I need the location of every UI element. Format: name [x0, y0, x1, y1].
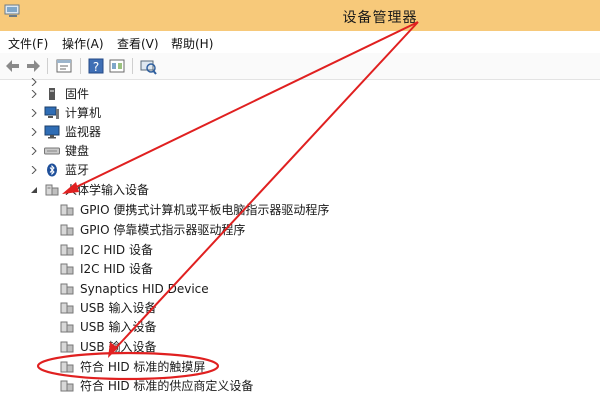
hid-device-icon: [60, 321, 74, 332]
view-icon[interactable]: [108, 57, 126, 75]
toolbar-separator: [47, 58, 48, 74]
hid-device-icon: [45, 184, 59, 195]
menu-help[interactable]: 帮助(H): [171, 35, 213, 52]
expand-arrow-icon[interactable]: [29, 127, 39, 137]
tree-device-item[interactable]: USB 输入设备: [59, 317, 156, 336]
computer-icon: [44, 106, 59, 119]
back-arrow-icon[interactable]: [4, 57, 22, 75]
expand-arrow-icon[interactable]: [29, 165, 39, 175]
menu-bar: 文件(F) 操作(A) 查看(V) 帮助(H): [0, 31, 600, 53]
tree-device-item[interactable]: GPIO 便携式计算机或平板电脑指示器驱动程序: [59, 200, 329, 219]
hid-device-icon: [60, 380, 74, 391]
tree-device-item[interactable]: I2C HID 设备: [59, 240, 153, 259]
tree-device-item-touchscreen[interactable]: 符合 HID 标准的触摸屏: [59, 357, 205, 376]
tree-device-label: GPIO 便携式计算机或平板电脑指示器驱动程序: [80, 203, 330, 217]
tree-device-label: USB 输入设备: [80, 340, 157, 354]
menu-view[interactable]: 查看(V): [117, 35, 159, 52]
tree-device-label: 符合 HID 标准的触摸屏: [80, 360, 206, 374]
expand-arrow-icon[interactable]: [29, 108, 39, 118]
tree-device-label: Synaptics HID Device: [80, 281, 209, 296]
tree-category-computer[interactable]: 计算机: [29, 103, 101, 122]
tree-category-firmware[interactable]: 固件: [29, 84, 89, 103]
hid-device-icon: [60, 283, 74, 294]
title-bar: 设备管理器: [0, 0, 600, 31]
collapse-arrow-icon[interactable]: [29, 185, 39, 195]
expand-arrow-icon[interactable]: [29, 146, 39, 156]
tree-device-item[interactable]: 符合 HID 标准的供应商定义设备: [59, 376, 253, 395]
tree-category-keyboard[interactable]: 键盘: [29, 141, 89, 160]
window-title: 设备管理器: [342, 10, 418, 26]
tree-device-label: I2C HID 设备: [80, 262, 153, 276]
tree-device-item[interactable]: USB 输入设备: [59, 337, 156, 356]
scan-hardware-icon[interactable]: [139, 57, 157, 75]
tree-category-label: 人体学输入设备: [65, 183, 150, 197]
tree-category-monitor[interactable]: 监视器: [29, 122, 101, 141]
hid-device-icon: [60, 244, 74, 255]
tree-category-bluetooth[interactable]: 蓝牙: [29, 160, 89, 179]
device-tree: 固件 计算机 监视器 键盘 蓝牙 人体学输入设备 GPIO 便携式计算机或平板电…: [0, 77, 600, 400]
tree-device-label: USB 输入设备: [80, 320, 157, 334]
toolbar-separator: [80, 58, 81, 74]
bluetooth-icon: [47, 163, 57, 176]
tree-category-label: 蓝牙: [65, 163, 90, 177]
tree-device-item[interactable]: Synaptics HID Device: [59, 279, 209, 298]
keyboard-icon: [44, 147, 60, 154]
tree-device-item[interactable]: GPIO 停靠模式指示器驱动程序: [59, 220, 245, 239]
help-icon[interactable]: ?: [87, 57, 105, 75]
tree-category-hid[interactable]: 人体学输入设备: [29, 180, 149, 199]
toolbar-separator: [132, 58, 133, 74]
device-manager-icon: [4, 4, 20, 17]
tree-category-label: 键盘: [65, 144, 90, 158]
hid-device-icon: [60, 224, 74, 235]
tree-device-label: 符合 HID 标准的供应商定义设备: [80, 379, 254, 393]
monitor-icon: [44, 125, 60, 138]
expand-arrow-icon[interactable]: [29, 89, 39, 99]
tree-category-label: 计算机: [65, 106, 102, 120]
hid-device-icon: [60, 263, 74, 274]
menu-file[interactable]: 文件(F): [8, 35, 48, 52]
hid-device-icon: [60, 361, 74, 372]
hid-device-icon: [60, 341, 74, 352]
tree-device-item[interactable]: I2C HID 设备: [59, 259, 153, 278]
firmware-icon: [49, 87, 55, 100]
tree-device-label: USB 输入设备: [80, 301, 157, 315]
properties-icon[interactable]: [55, 57, 73, 75]
tree-category-label: 固件: [65, 87, 90, 101]
hid-device-icon: [60, 302, 74, 313]
tree-device-item[interactable]: USB 输入设备: [59, 298, 156, 317]
toolbar: ?: [0, 53, 600, 80]
tree-device-label: GPIO 停靠模式指示器驱动程序: [80, 223, 246, 237]
menu-action[interactable]: 操作(A): [62, 35, 104, 52]
hid-device-icon: [60, 204, 74, 215]
tree-category-label: 监视器: [65, 125, 102, 139]
svg-text:?: ?: [93, 60, 99, 74]
tree-device-label: I2C HID 设备: [80, 243, 153, 257]
